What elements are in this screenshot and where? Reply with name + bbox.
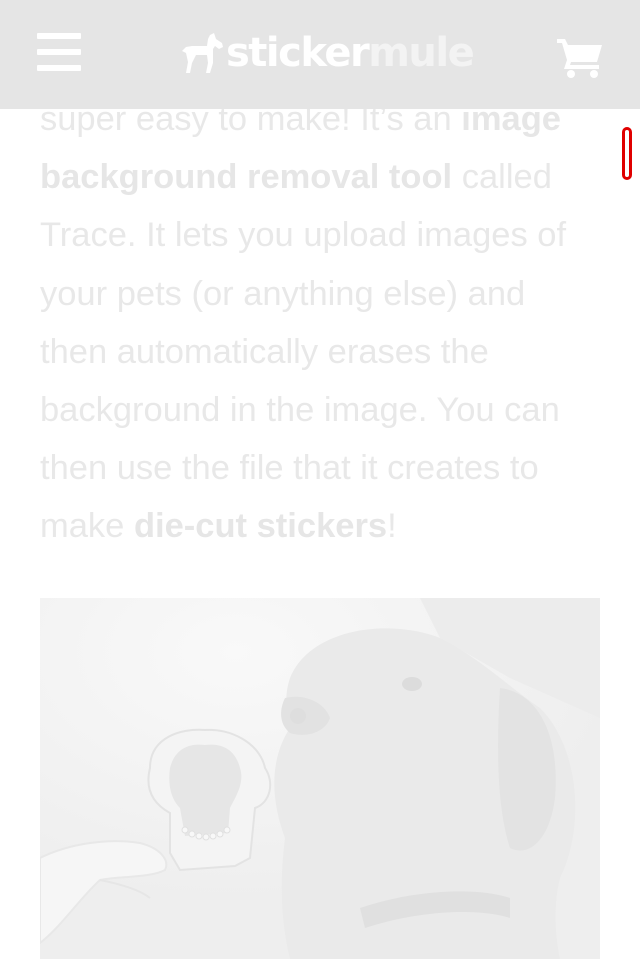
article-line: background in the image. You can: [40, 390, 560, 429]
die-cut-stickers-link[interactable]: die-cut stickers: [134, 507, 387, 545]
article-text: called: [452, 158, 552, 197]
image-background-removal-link-cont[interactable]: background removal tool: [40, 158, 452, 196]
logo-text-sticker: sticker: [226, 30, 370, 76]
logo-wordmark: stickermule: [226, 30, 475, 76]
article-text: !: [387, 507, 397, 546]
article-line: background removal tool called: [40, 148, 610, 206]
shopping-cart-icon[interactable]: [557, 36, 603, 78]
logo-text-mule: mule: [368, 30, 475, 76]
site-logo[interactable]: stickermule: [180, 30, 475, 76]
hamburger-menu-icon[interactable]: [37, 32, 81, 72]
mule-logo-icon: [182, 33, 223, 73]
dog-with-die-cut-sticker-photo: [40, 598, 600, 959]
site-header: stickermule: [0, 0, 640, 109]
scrollbar-thumb[interactable]: [622, 127, 632, 180]
article-line: your pets (or anything else) and: [40, 274, 526, 313]
article-text: make: [40, 507, 134, 546]
article-paragraph: super easy to make! It’s an image backgr…: [40, 90, 610, 556]
article-line: Trace. It lets you upload images of: [40, 216, 567, 255]
page: stickermule super easy to make! It’s an …: [0, 0, 640, 959]
article-line: make die-cut stickers!: [40, 497, 610, 555]
article-line: then automatically erases the: [40, 332, 489, 371]
article-line: then use the file that it creates to: [40, 449, 539, 488]
photo-illustration: [40, 598, 600, 959]
